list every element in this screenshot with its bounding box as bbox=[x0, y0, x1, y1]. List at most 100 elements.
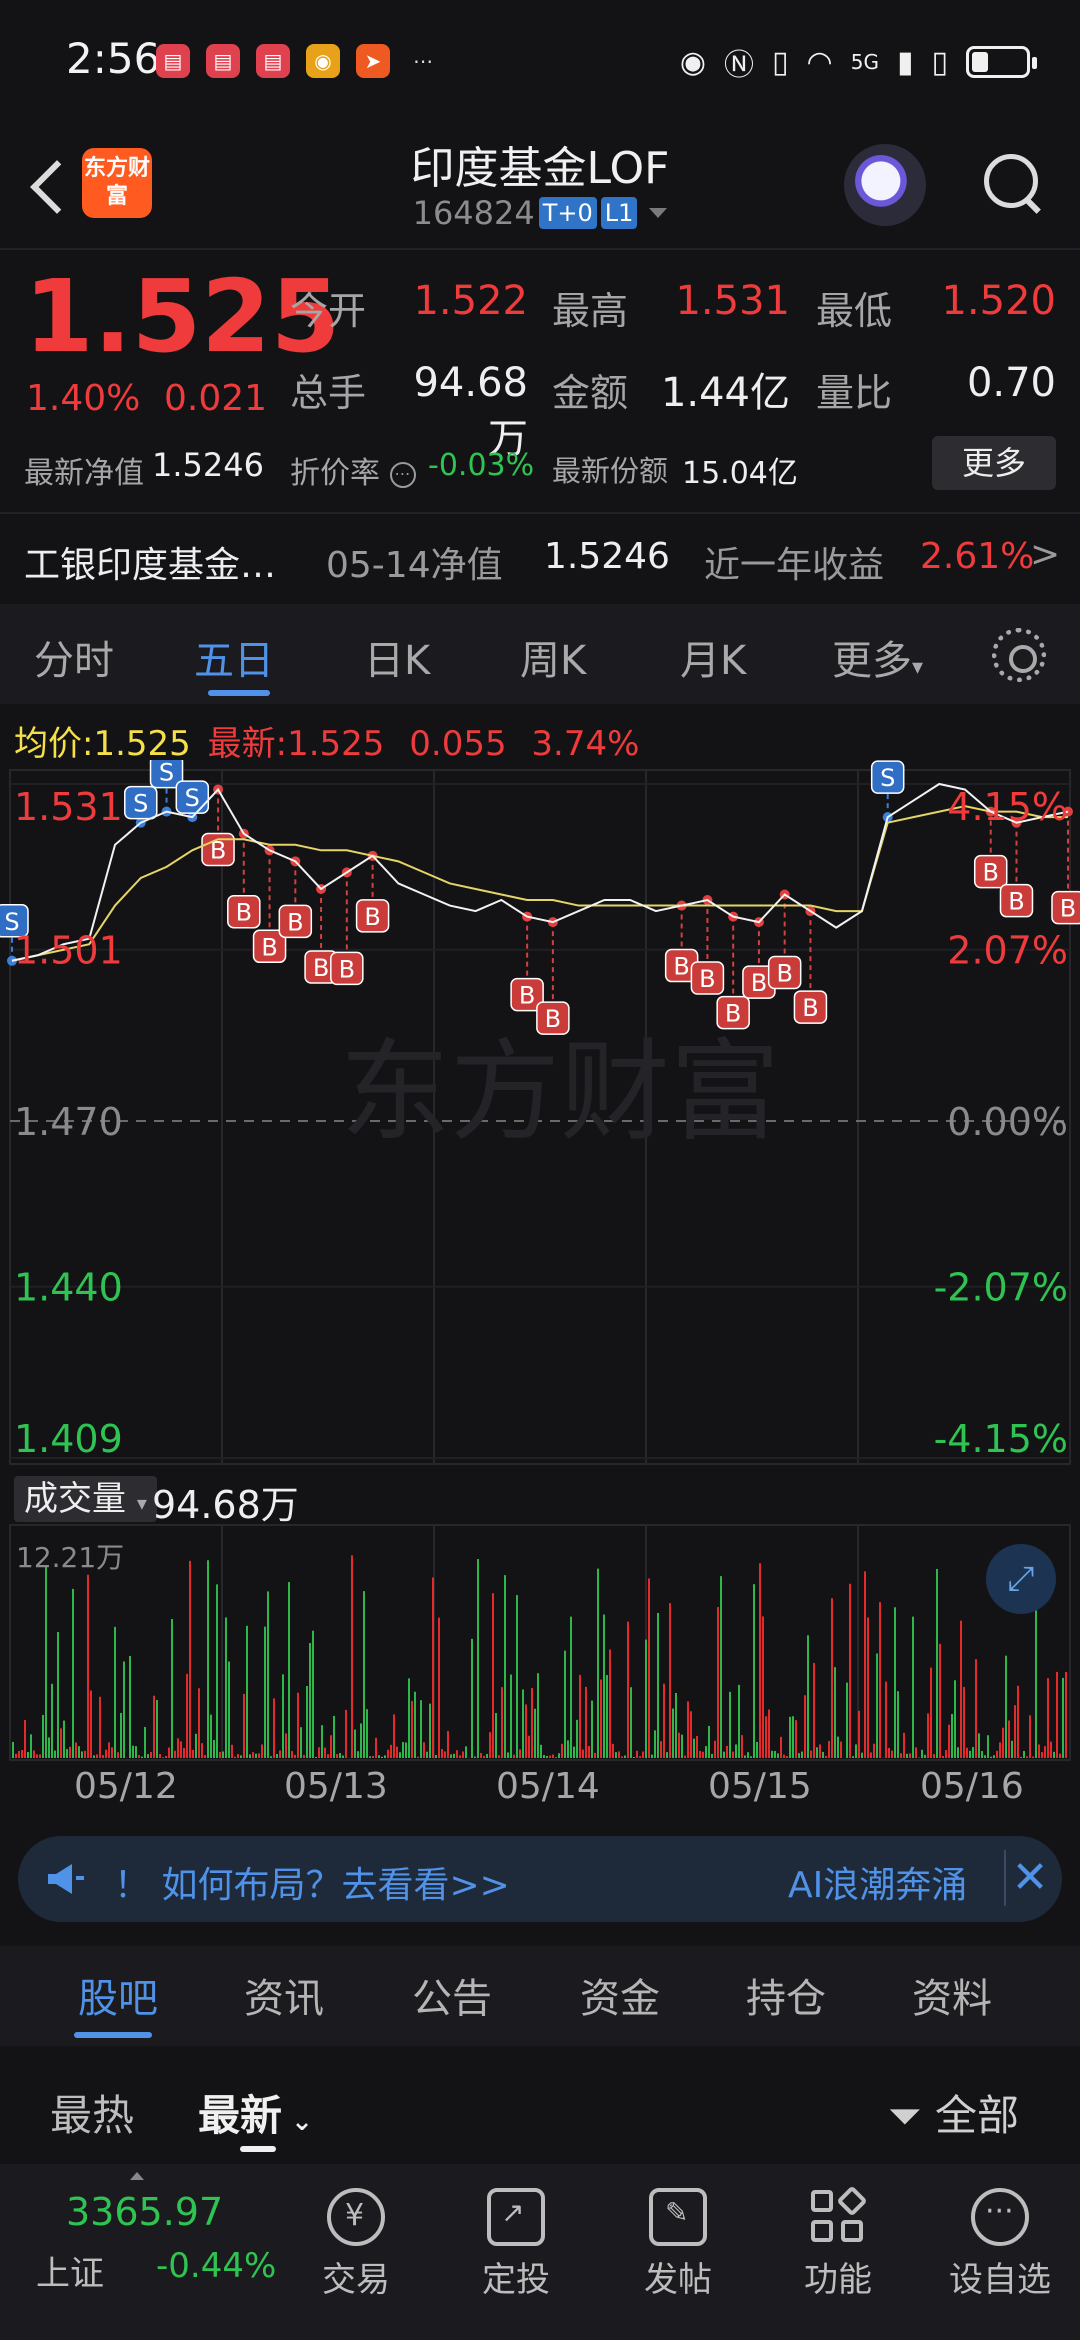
y-left-tick: 1.440 bbox=[14, 1266, 123, 1310]
volume-bar bbox=[204, 1755, 206, 1758]
volume-bar bbox=[489, 1732, 491, 1758]
tab-holdings[interactable]: 持仓 bbox=[746, 1966, 826, 2024]
tab-more[interactable]: 更多▾ bbox=[832, 628, 923, 686]
search-icon[interactable] bbox=[980, 150, 1044, 214]
tab-profile[interactable]: 资料 bbox=[912, 1966, 992, 2024]
nav-post-label: 发帖 bbox=[644, 2260, 712, 2300]
back-arrow-icon[interactable] bbox=[24, 156, 74, 216]
five-day-chart[interactable]: 东方财富 SSSSSBBBBB BBBBB BBB BBBB B 1.531 4.15%1… bbox=[0, 760, 1080, 1770]
volume-bar bbox=[384, 1755, 386, 1758]
volume-bar bbox=[669, 1603, 671, 1758]
volume-bar bbox=[132, 1745, 134, 1758]
tab-monthly-k[interactable]: 月K bbox=[680, 628, 746, 686]
tab-news[interactable]: 资讯 bbox=[244, 1966, 324, 2024]
tab-daily-k[interactable]: 日K bbox=[364, 628, 430, 686]
sort-hot[interactable]: 最热 bbox=[50, 2082, 134, 2143]
chart-period-tabs: 分时 五日 日K 周K 月K 更多▾ bbox=[0, 604, 1080, 704]
volume-bar bbox=[141, 1756, 143, 1758]
close-icon[interactable]: ✕ bbox=[1004, 1850, 1054, 1906]
date-label: 05/15 bbox=[708, 1766, 812, 1807]
section-tabs: 股吧 资讯 公告 资金 持仓 资料 bbox=[0, 1946, 1080, 2046]
volume-bar bbox=[369, 1756, 371, 1758]
volume-bar bbox=[636, 1750, 638, 1758]
fund-info-row[interactable]: 工银印度基金… 05-14净值 1.5246 近一年收益 2.61% > bbox=[0, 518, 1080, 598]
marker-letter: B bbox=[364, 903, 380, 931]
buy-marker: B bbox=[793, 990, 828, 1024]
nav-add-watchlist[interactable]: ··· 设自选 bbox=[940, 2178, 1060, 2301]
tab-announcements[interactable]: 公告 bbox=[412, 1966, 492, 2024]
volume-bar bbox=[351, 1555, 353, 1758]
volume-bar bbox=[516, 1595, 518, 1758]
volume-bar bbox=[231, 1744, 233, 1758]
volume-bar bbox=[879, 1602, 881, 1758]
index-price[interactable]: 3365.97 bbox=[66, 2190, 223, 2234]
volume-bar bbox=[171, 1618, 173, 1758]
volume-bar bbox=[72, 1588, 74, 1758]
brand-logo[interactable]: 东方财富 bbox=[82, 148, 152, 218]
volume-bar bbox=[630, 1687, 632, 1758]
volume-bar bbox=[414, 1691, 416, 1758]
stock-code-row[interactable]: 164824 T+0 L1 bbox=[340, 194, 740, 232]
volume-bar bbox=[54, 1750, 56, 1758]
volume-max: 12.21万 bbox=[16, 1541, 125, 1574]
volume-bar bbox=[480, 1752, 482, 1758]
nav-post[interactable]: ✎ 发帖 bbox=[618, 2178, 738, 2301]
volume-bar bbox=[663, 1683, 665, 1758]
volume-bar bbox=[639, 1756, 641, 1758]
tab-forum[interactable]: 股吧 bbox=[78, 1966, 158, 2024]
volume-bar bbox=[1026, 1756, 1028, 1758]
marker-letter: B bbox=[673, 953, 689, 981]
nav-auto-invest[interactable]: ↗ 定投 bbox=[456, 2178, 576, 2301]
sort-new[interactable]: 最新 ⌄ bbox=[198, 2082, 313, 2143]
volume-bar bbox=[546, 1755, 548, 1758]
volume-bar bbox=[57, 1632, 59, 1758]
tab-weekly-k[interactable]: 周K bbox=[520, 628, 586, 686]
volume-bar bbox=[486, 1754, 488, 1758]
volume-bar bbox=[1014, 1705, 1016, 1758]
app-root: 2:56 ▤ ▤ ▤ ◉ ➤ ⋯ ◉ Ⓝ ▯ ◠ 5G ▮ ▯ 东方财富 印度基… bbox=[0, 0, 1080, 2340]
volume-bar bbox=[159, 1754, 161, 1758]
volume-bar bbox=[492, 1593, 494, 1758]
volume-bar bbox=[549, 1755, 551, 1758]
volume-bar bbox=[591, 1700, 593, 1758]
bottom-navigation: 3365.97 上证 -0.44% ¥ 交易 ↗ 定投 ✎ 发帖 功能 ··· … bbox=[0, 2164, 1080, 2340]
ai-robot-avatar[interactable] bbox=[844, 144, 926, 226]
volume-bar bbox=[432, 1577, 434, 1758]
tab-five-day[interactable]: 五日 bbox=[194, 628, 274, 686]
signal-off-icon: ▯ bbox=[931, 44, 948, 80]
expand-icon[interactable]: ⤢ bbox=[986, 1544, 1056, 1614]
filter-button[interactable]: ⏷ 全部 bbox=[888, 2082, 1019, 2143]
gear-icon[interactable] bbox=[992, 628, 1046, 682]
volume-bar bbox=[153, 1695, 155, 1758]
volume-bar bbox=[936, 1568, 938, 1758]
volume-bar bbox=[945, 1750, 947, 1758]
marker-letter: B bbox=[339, 955, 355, 983]
volume-bar bbox=[993, 1755, 995, 1758]
info-icon[interactable]: ⋯ bbox=[389, 461, 416, 488]
volume-bar bbox=[681, 1734, 683, 1758]
index-toggle-icon[interactable] bbox=[130, 2172, 144, 2180]
volume-selector[interactable]: 成交量 ▾ bbox=[14, 1476, 157, 1522]
volume-bar bbox=[510, 1674, 512, 1758]
high-value: 1.531 bbox=[675, 278, 790, 324]
volume-ratio-label: 量比 bbox=[816, 371, 893, 415]
tab-intraday[interactable]: 分时 bbox=[34, 628, 114, 686]
nav-functions[interactable]: 功能 bbox=[778, 2178, 898, 2301]
nav-trade[interactable]: ¥ 交易 bbox=[296, 2178, 416, 2301]
volume-bar bbox=[297, 1692, 299, 1758]
volume-bar bbox=[687, 1701, 689, 1758]
volume-bar bbox=[768, 1709, 770, 1758]
promo-banner[interactable]: ！ 如何布局？去看看>> AI浪潮奔涌 ✕ bbox=[18, 1836, 1062, 1922]
fund-year-return: 2.61% bbox=[920, 536, 1035, 577]
volume-bar bbox=[261, 1744, 263, 1758]
tab-funds[interactable]: 资金 bbox=[580, 1966, 660, 2024]
volume-bar bbox=[36, 1754, 38, 1758]
megaphone-icon bbox=[48, 1864, 84, 1894]
volume-bar bbox=[312, 1630, 314, 1758]
volume-bar bbox=[957, 1747, 959, 1758]
change-amount: 0.021 bbox=[164, 378, 268, 419]
volume-bar bbox=[672, 1708, 674, 1758]
more-button[interactable]: 更多 bbox=[932, 436, 1056, 490]
signal-icon: ▮ bbox=[896, 44, 914, 80]
watermark: 东方财富 bbox=[340, 1028, 780, 1156]
